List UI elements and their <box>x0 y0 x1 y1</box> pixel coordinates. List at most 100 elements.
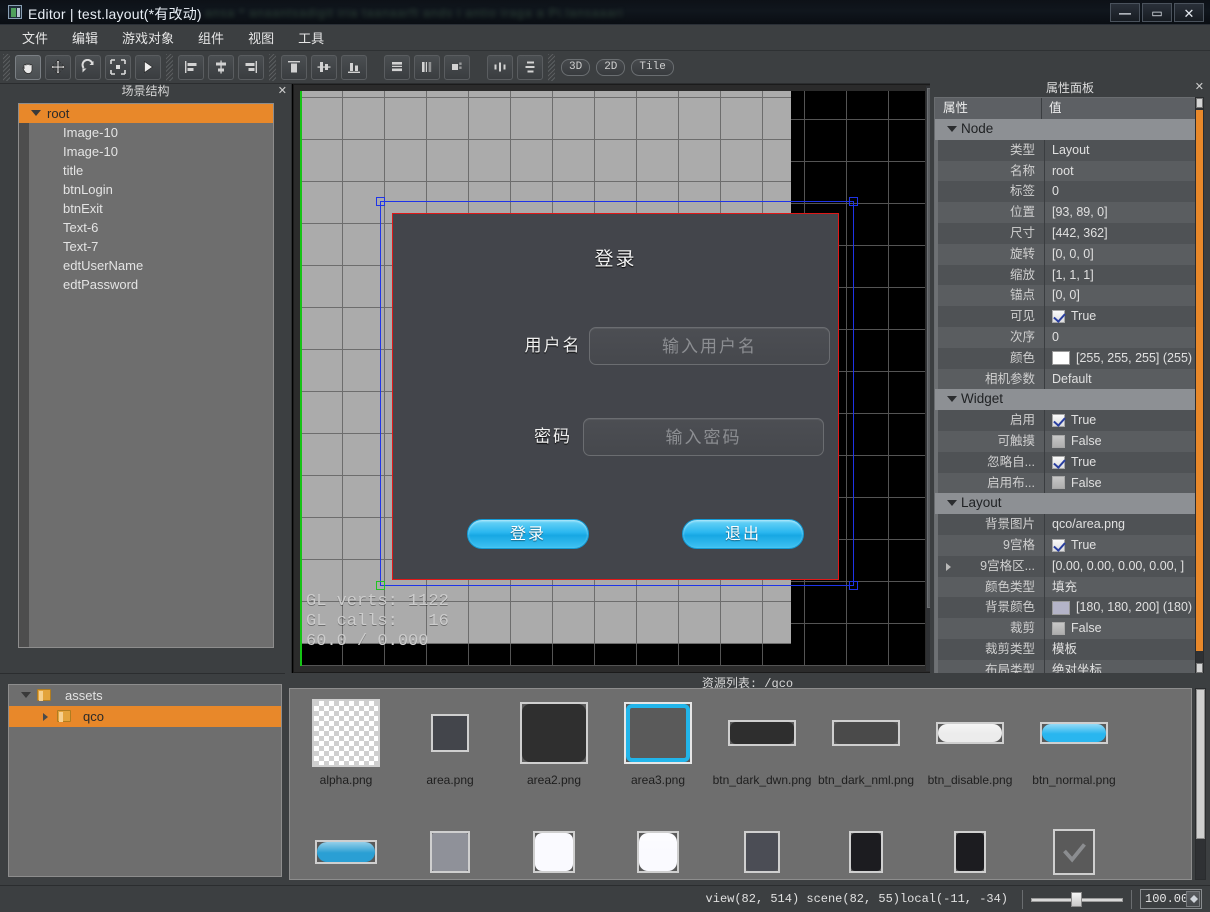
tree-item-image-10-a[interactable]: Image-10 <box>19 123 273 142</box>
checkbox-icon[interactable] <box>1052 455 1065 469</box>
property-value[interactable]: True <box>1045 410 1198 431</box>
property-row[interactable]: 9宫格 True <box>935 534 1198 556</box>
expand-triangle-icon[interactable] <box>31 110 41 116</box>
properties-scroll-thumb[interactable] <box>1196 110 1203 651</box>
scene-tree[interactable]: root Image-10 Image-10 title btnLogin bt… <box>18 103 274 648</box>
exit-button[interactable]: 退出 <box>682 519 804 549</box>
resource-item[interactable]: area2.png <box>502 697 606 787</box>
login-button[interactable]: 登录 <box>467 519 589 549</box>
hand-tool-button[interactable] <box>15 54 41 80</box>
property-row[interactable]: 名称 root <box>935 160 1198 182</box>
resource-item[interactable] <box>294 829 398 875</box>
menu-component[interactable]: 组件 <box>188 25 234 50</box>
tree-item-edtusername[interactable]: edtUserName <box>19 256 273 275</box>
maximize-button[interactable]: ▭ <box>1142 3 1172 22</box>
property-value[interactable]: True <box>1045 452 1198 473</box>
gl-canvas[interactable]: 登录 用户名 输入用户名 密码 输入密码 登录 退出 GL verts: 112… <box>300 91 925 666</box>
property-row[interactable]: 忽略自... True <box>935 451 1198 473</box>
property-row[interactable]: 背景图片 qco/area.png <box>935 514 1198 535</box>
tree-item-text-6[interactable]: Text-6 <box>19 218 273 237</box>
resize-handle-bottom-right[interactable] <box>849 581 858 590</box>
align-right-button[interactable] <box>238 54 264 80</box>
property-value[interactable]: [0, 0] <box>1045 285 1198 306</box>
property-group-node[interactable]: Node <box>935 119 1198 140</box>
collapse-triangle-icon[interactable] <box>43 713 48 721</box>
resource-scroll-thumb[interactable] <box>1196 689 1205 839</box>
property-row[interactable]: 标签 0 <box>935 181 1198 203</box>
expand-triangle-icon[interactable] <box>21 692 31 698</box>
expand-triangle-icon[interactable] <box>947 396 957 403</box>
property-row[interactable]: 缩放 [1, 1, 1] <box>935 264 1198 286</box>
property-row[interactable]: 9宫格区... [0.00, 0.00, 0.00, 0.00, ] <box>935 555 1198 577</box>
property-row[interactable]: 锚点 [0, 0] <box>935 285 1198 307</box>
property-value[interactable]: 0 <box>1045 181 1198 202</box>
property-group-layout[interactable]: Layout <box>935 493 1198 515</box>
username-input[interactable]: 输入用户名 <box>589 327 830 365</box>
property-value[interactable]: [442, 362] <box>1045 223 1198 244</box>
size-match-button[interactable] <box>444 54 470 80</box>
align-top-button[interactable] <box>281 54 307 80</box>
property-value[interactable]: 填充 <box>1045 577 1198 598</box>
close-button[interactable]: ✕ <box>1174 3 1204 22</box>
property-value[interactable]: [93, 89, 0] <box>1045 202 1198 223</box>
menu-tools[interactable]: 工具 <box>288 25 334 50</box>
move-tool-button[interactable] <box>45 54 71 80</box>
resource-item[interactable]: btn_dark_dwn.png <box>710 697 814 787</box>
property-row[interactable]: 次序 0 <box>935 326 1198 348</box>
distribute-horizontal-button[interactable] <box>487 54 513 80</box>
resource-item[interactable] <box>606 829 710 875</box>
expand-triangle-icon[interactable] <box>947 500 957 507</box>
menu-edit[interactable]: 编辑 <box>62 25 108 50</box>
tree-item-image-10-b[interactable]: Image-10 <box>19 142 273 161</box>
property-row[interactable]: 位置 [93, 89, 0] <box>935 202 1198 223</box>
property-row[interactable]: 裁剪 False <box>935 618 1198 639</box>
mode-tile-button[interactable]: Tile <box>631 58 674 76</box>
property-value[interactable]: Layout <box>1045 140 1198 161</box>
resource-item[interactable]: area.png <box>398 697 502 787</box>
tree-item-btnlogin[interactable]: btnLogin <box>19 180 273 199</box>
property-value[interactable]: [0.00, 0.00, 0.00, 0.00, ] <box>1045 556 1198 577</box>
distribute-vertical-button[interactable] <box>517 54 543 80</box>
zoom-value-input[interactable]: 100.00 <box>1140 889 1202 909</box>
scene-panel-close-icon[interactable]: ✕ <box>278 84 287 98</box>
scroll-up-cap[interactable] <box>1196 98 1203 108</box>
resource-item[interactable] <box>918 829 1022 875</box>
properties-scrollbar[interactable] <box>1195 97 1204 674</box>
property-value[interactable]: 0 <box>1045 327 1198 348</box>
assets-item-qco[interactable]: qco <box>9 706 281 727</box>
resource-item[interactable]: alpha.png <box>294 697 398 787</box>
resource-item[interactable] <box>710 829 814 875</box>
color-swatch[interactable] <box>1052 351 1070 366</box>
tree-item-edtpassword[interactable]: edtPassword <box>19 275 273 294</box>
align-bottom-button[interactable] <box>341 54 367 80</box>
toolbar-grip-3[interactable] <box>269 53 276 81</box>
align-left-button[interactable] <box>178 54 204 80</box>
checkbox-icon[interactable] <box>1052 310 1065 324</box>
property-row[interactable]: 类型 Layout <box>935 139 1198 161</box>
property-value[interactable]: root <box>1045 161 1198 182</box>
property-value[interactable]: qco/area.png <box>1045 514 1198 535</box>
menu-file[interactable]: 文件 <box>12 25 58 50</box>
property-row[interactable]: 尺寸 [442, 362] <box>935 222 1198 244</box>
property-row[interactable]: 启用 True <box>935 410 1198 431</box>
property-value[interactable]: 模板 <box>1045 639 1198 660</box>
property-row[interactable]: 旋转 [0, 0, 0] <box>935 243 1198 265</box>
resource-item[interactable]: btn_normal.png <box>1022 697 1126 787</box>
scene-viewport[interactable]: 登录 用户名 输入用户名 密码 输入密码 登录 退出 GL verts: 112… <box>293 84 938 673</box>
property-value[interactable]: False <box>1045 473 1198 494</box>
property-value[interactable]: Default <box>1045 369 1198 390</box>
property-row[interactable]: 布局类型 绝对坐标 <box>935 659 1198 673</box>
tree-item-title[interactable]: title <box>19 161 273 180</box>
property-group-widget[interactable]: Widget <box>935 389 1198 411</box>
property-value[interactable]: [180, 180, 200] (180) <box>1045 597 1198 618</box>
property-value[interactable]: True <box>1045 306 1198 327</box>
checkbox-icon[interactable] <box>1052 434 1065 448</box>
toolbar-grip[interactable] <box>3 53 10 81</box>
password-input[interactable]: 输入密码 <box>583 418 824 456</box>
anchor-handle-bottom-left[interactable] <box>376 581 385 590</box>
resource-item[interactable]: area3.png <box>606 697 710 787</box>
property-value[interactable]: 绝对坐标 <box>1045 660 1198 673</box>
scale-tool-button[interactable] <box>105 54 131 80</box>
property-row[interactable]: 启用布... False <box>935 472 1198 494</box>
zoom-stepper-icon[interactable] <box>1186 891 1200 907</box>
